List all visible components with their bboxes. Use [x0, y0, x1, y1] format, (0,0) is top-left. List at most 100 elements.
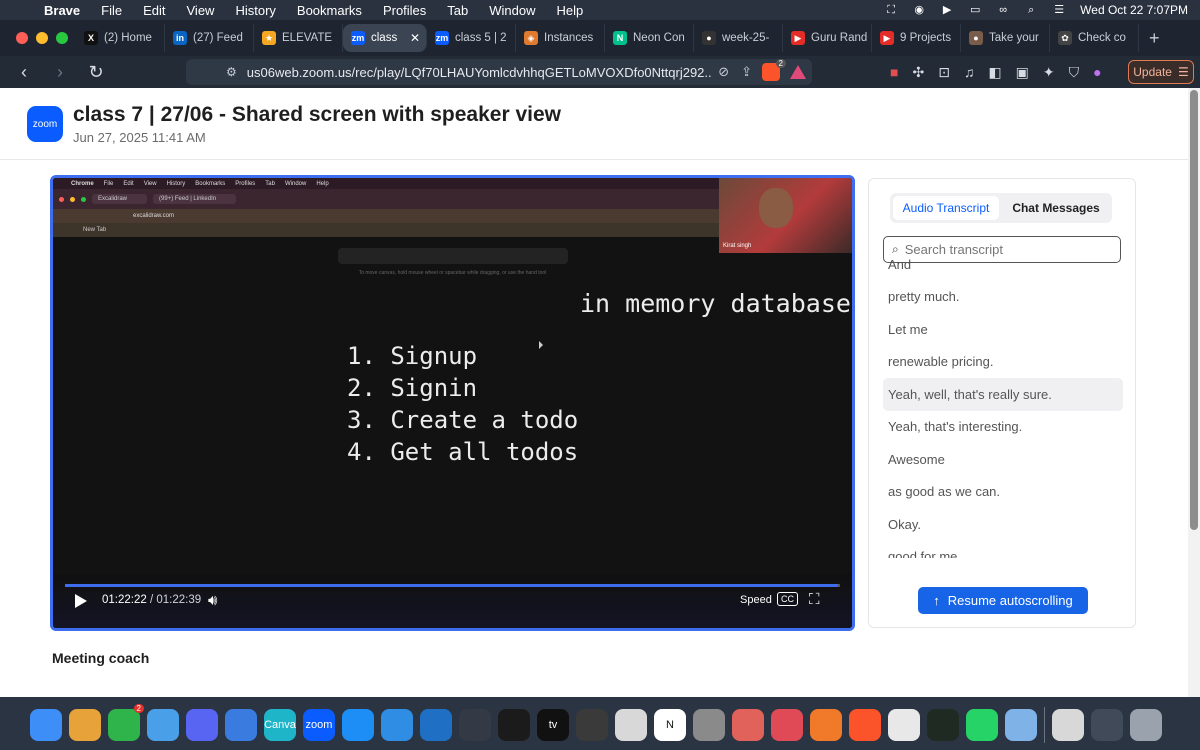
update-button[interactable]: Update ☰	[1128, 60, 1194, 84]
address-bar[interactable]: ⚙ us06web.zoom.us/rec/play/LQf70LHAUYoml…	[186, 59, 812, 85]
transcript-line[interactable]: And	[883, 248, 1123, 281]
volume-icon[interactable]: 🔊︎	[208, 592, 217, 609]
whatsapp-icon[interactable]	[966, 709, 998, 741]
scrollbar-thumb[interactable]	[1190, 90, 1198, 530]
tab-7[interactable]: ● week-25-	[694, 24, 783, 52]
brave-dock-icon[interactable]	[849, 709, 881, 741]
brave-shields-icon[interactable]: 2	[762, 59, 786, 81]
control-center-icon[interactable]: ☰	[1052, 4, 1066, 16]
back-button[interactable]: ‹	[12, 62, 36, 83]
iphone-mirror-icon[interactable]	[732, 709, 764, 741]
menu-window[interactable]: Window	[489, 3, 535, 18]
facetime-icon[interactable]: 2	[108, 704, 144, 741]
zoom-window-button[interactable]	[56, 32, 68, 44]
menu-app-name[interactable]: Brave	[44, 3, 80, 18]
play-circle-icon[interactable]: ▶	[940, 4, 954, 16]
transcript-line[interactable]: pretty much.	[883, 281, 1123, 314]
speed-button[interactable]: Speed	[740, 594, 772, 606]
cube-icon[interactable]	[576, 709, 608, 741]
menu-help[interactable]: Help	[557, 3, 584, 18]
maps-icon[interactable]	[147, 709, 179, 741]
printer-icon[interactable]	[1052, 709, 1084, 741]
minimize-window-button[interactable]	[36, 32, 48, 44]
camera-off-icon[interactable]: ⊘	[718, 64, 729, 80]
close-window-button[interactable]	[16, 32, 28, 44]
forward-button[interactable]: ›	[48, 62, 72, 83]
files-icon[interactable]	[1005, 709, 1037, 741]
reload-button[interactable]: ↻	[84, 62, 108, 83]
closed-captions-button[interactable]: CC	[777, 592, 798, 606]
tab-audio-transcript[interactable]: Audio Transcript	[893, 196, 999, 220]
music-icon[interactable]: ♫	[964, 64, 975, 80]
transcript-line[interactable]: Yeah, well, that's really sure.	[883, 378, 1123, 411]
apple-tv-icon[interactable]: tv	[537, 709, 569, 741]
menu-file[interactable]: File	[101, 3, 122, 18]
fullscreen-icon[interactable]: ⛶	[809, 591, 820, 608]
activity-monitor-icon[interactable]	[927, 709, 959, 741]
tab-1[interactable]: in (27) Feed	[165, 24, 254, 52]
launchpad-icon[interactable]	[69, 709, 101, 741]
notion-icon[interactable]: N	[654, 709, 686, 741]
video-player[interactable]: Chrome File Edit View History Bookmarks …	[50, 175, 855, 631]
canva-icon[interactable]: Canva	[264, 709, 296, 741]
settings-icon[interactable]	[693, 709, 725, 741]
menu-view[interactable]: View	[187, 3, 215, 18]
menu-bookmarks[interactable]: Bookmarks	[297, 3, 362, 18]
control-link-icon[interactable]: ∞	[996, 4, 1010, 16]
vscode-icon[interactable]	[420, 709, 452, 741]
window-preview-icon[interactable]	[1091, 709, 1123, 741]
page-scrollbar[interactable]	[1188, 88, 1200, 697]
tab-4[interactable]: zm class 5 | 2	[427, 24, 516, 52]
tab-5[interactable]: ◈ Instances	[516, 24, 605, 52]
tab-6[interactable]: N Neon Con	[605, 24, 694, 52]
transcript-line[interactable]: as good as we can.	[883, 476, 1123, 509]
vpn-icon[interactable]: ◉	[912, 4, 926, 16]
transcript-line[interactable]: Let me	[883, 313, 1123, 346]
menu-profiles[interactable]: Profiles	[383, 3, 426, 18]
trash-icon[interactable]	[1130, 709, 1162, 741]
tab-3[interactable]: zm class ✕	[343, 24, 427, 52]
zoom-dock-icon[interactable]: zoom	[303, 709, 335, 741]
profile-avatar[interactable]: ●	[1093, 64, 1101, 80]
binoculars-icon[interactable]: ⛶	[884, 4, 898, 16]
transcript-line[interactable]: renewable pricing.	[883, 346, 1123, 379]
play-button[interactable]	[75, 594, 87, 608]
chess-icon[interactable]	[615, 709, 647, 741]
resume-autoscrolling-button[interactable]: ↑ Resume autoscrolling	[918, 587, 1088, 614]
battery-icon[interactable]: ▭	[968, 4, 982, 16]
menubar-clock[interactable]: Wed Oct 22 7:07PM	[1080, 3, 1188, 17]
video-frame[interactable]: Chrome File Edit View History Bookmarks …	[53, 178, 852, 628]
menu-history[interactable]: History	[235, 3, 275, 18]
tab-chat-messages[interactable]: Chat Messages	[1002, 196, 1110, 220]
chrome-icon[interactable]	[888, 709, 920, 741]
tab-2[interactable]: ★ ELEVATE	[254, 24, 343, 52]
transcript-line[interactable]: Awesome	[883, 443, 1123, 476]
brave-rewards-icon[interactable]	[790, 65, 806, 79]
pen-tool-icon[interactable]	[810, 709, 842, 741]
discord-icon[interactable]	[186, 709, 218, 741]
safari-icon[interactable]	[381, 709, 413, 741]
menu-tab[interactable]: Tab	[447, 3, 468, 18]
close-tab-icon[interactable]: ✕	[410, 31, 420, 45]
transcript-list[interactable]: And pretty much. Let me renewable pricing. Y…	[883, 248, 1123, 558]
share-icon[interactable]: ⇪	[741, 64, 752, 80]
terminal-icon[interactable]	[498, 709, 530, 741]
new-tab-button[interactable]: +	[1149, 28, 1160, 49]
tab-0[interactable]: X (2) Home	[76, 24, 165, 52]
sidebar-toggle-icon[interactable]: ◧	[988, 64, 1001, 81]
lock-extension-icon[interactable]: ■	[890, 64, 898, 80]
app-store-icon[interactable]	[342, 709, 374, 741]
menu-edit[interactable]: Edit	[143, 3, 165, 18]
transcript-line[interactable]: Okay.	[883, 508, 1123, 541]
tab-8[interactable]: ▶ Guru Rand	[783, 24, 872, 52]
tab-11[interactable]: ✿ Check co	[1050, 24, 1139, 52]
transcript-line[interactable]: Yeah, that's interesting.	[883, 411, 1123, 444]
vpn-shield-icon[interactable]: ⛉	[1069, 64, 1080, 81]
transcript-line[interactable]: good for me	[883, 541, 1123, 558]
finder-icon[interactable]	[30, 709, 62, 741]
spotlight-search-icon[interactable]: ⌕	[1024, 4, 1038, 16]
leo-ai-icon[interactable]: ✦	[1043, 64, 1055, 81]
seek-bar[interactable]	[65, 584, 840, 587]
url-text[interactable]: us06web.zoom.us/rec/play/LQf70LHAUYomlcd…	[247, 65, 712, 80]
tab-10[interactable]: ● Take your	[961, 24, 1050, 52]
